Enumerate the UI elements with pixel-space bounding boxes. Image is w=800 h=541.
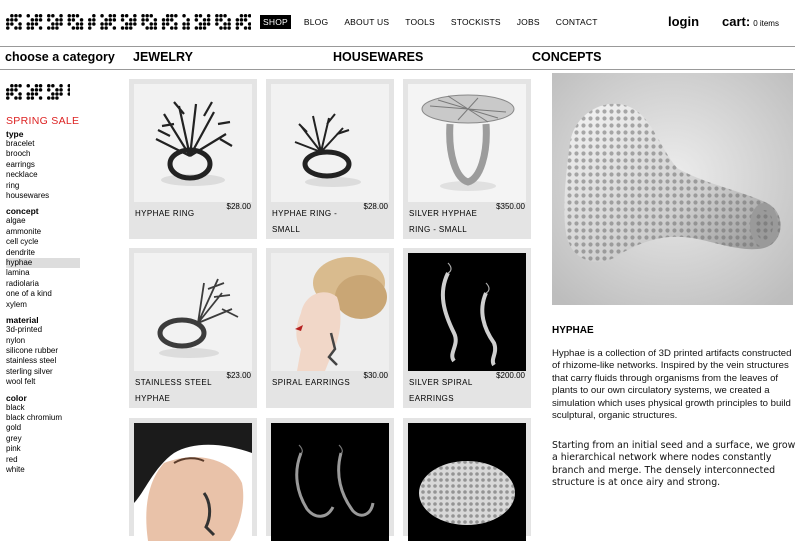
nav-shop[interactable]: SHOP — [260, 15, 291, 29]
filter-brooch[interactable]: brooch — [6, 149, 80, 159]
filter-bracelet[interactable]: bracelet — [6, 139, 80, 149]
filter-algae[interactable]: algae — [6, 216, 80, 226]
product-card-spiral-earrings[interactable]: SPIRAL EARRINGS $30.00 — [266, 248, 394, 408]
filter-ring[interactable]: ring — [6, 181, 80, 191]
nav-stockists[interactable]: STOCKISTS — [448, 15, 504, 29]
product-price: $30.00 — [363, 371, 388, 380]
category-rule — [0, 69, 795, 70]
filter-heading-type: type — [6, 129, 24, 139]
category-concepts[interactable]: CONCEPTS — [532, 50, 601, 64]
cart-count: 0 items — [753, 19, 779, 28]
filter-heading-color: color — [6, 392, 27, 403]
product-description-2: Starting from an initial seed and a surf… — [552, 440, 796, 489]
nav-contact[interactable]: CONTACT — [553, 15, 601, 29]
product-detail-title: HYPHAE — [552, 325, 594, 336]
product-card-product-8[interactable] — [266, 418, 394, 541]
filter-red[interactable]: red — [6, 455, 80, 465]
filter-black-chromium[interactable]: black chromium — [6, 413, 80, 423]
category-jewelry[interactable]: JEWELRY — [133, 50, 193, 64]
product-card-product-7[interactable] — [129, 418, 257, 541]
choose-category-label: choose a category — [5, 50, 115, 64]
nav-blog[interactable]: BLOG — [301, 15, 331, 29]
filter-gold[interactable]: gold — [6, 423, 80, 433]
product-image[interactable] — [271, 253, 389, 371]
product-name[interactable]: SPIRAL EARRINGS — [272, 375, 352, 391]
product-price: $28.00 — [363, 202, 388, 211]
product-price: $28.00 — [226, 202, 251, 211]
product-card-stainless-steel-hyphae[interactable]: STAINLESS STEEL HYPHAE $23.00 — [129, 248, 257, 408]
product-image[interactable] — [271, 84, 389, 202]
product-name[interactable]: STAINLESS STEEL HYPHAE — [135, 375, 215, 407]
filter-dendrite[interactable]: dendrite — [6, 248, 80, 258]
nav-about-us[interactable]: ABOUT US — [341, 15, 392, 29]
filter-cell-cycle[interactable]: cell cycle — [6, 237, 80, 247]
category-housewares[interactable]: HOUSEWARES — [333, 50, 423, 64]
filter-earrings[interactable]: earrings — [6, 160, 80, 170]
product-image[interactable] — [408, 253, 526, 371]
filter-necklace[interactable]: necklace — [6, 170, 80, 180]
nervous-system-logo[interactable] — [6, 10, 251, 34]
filter-radiolaria[interactable]: radiolaria — [6, 279, 80, 289]
filter-nylon[interactable]: nylon — [6, 336, 80, 346]
filter-housewares[interactable]: housewares — [6, 191, 80, 201]
product-name[interactable]: SILVER SPIRAL EARRINGS — [409, 375, 489, 407]
filter-hyphae[interactable]: hyphae — [6, 258, 80, 269]
filter-white[interactable]: white — [6, 465, 80, 475]
product-name[interactable]: SILVER HYPHAE RING - SMALL — [409, 206, 489, 238]
shop-heading — [6, 80, 84, 109]
filter-heading-material: material — [6, 315, 39, 326]
filter-xylem[interactable]: xylem — [6, 300, 80, 310]
product-description-1: Hyphae is a collection of 3D printed art… — [552, 348, 792, 422]
product-price: $23.00 — [226, 371, 251, 380]
filter-silicone-rubber[interactable]: silicone rubber — [6, 346, 80, 356]
login-link[interactable]: login — [668, 14, 699, 29]
product-image[interactable] — [408, 423, 526, 541]
filter-lamina[interactable]: lamina — [6, 268, 80, 278]
cart-link[interactable]: cart: 0 items — [722, 14, 779, 29]
product-image[interactable] — [134, 423, 252, 541]
product-card-silver-spiral-earrings[interactable]: SILVER SPIRAL EARRINGS $200.00 — [403, 248, 531, 408]
filter-black[interactable]: black — [6, 403, 80, 413]
product-card-hyphae-ring-small[interactable]: HYPHAE RING - SMALL $28.00 — [266, 79, 394, 239]
product-card-product-9[interactable] — [403, 418, 531, 541]
product-image[interactable] — [134, 84, 252, 202]
filter-stainless-steel[interactable]: stainless steel — [6, 356, 80, 366]
filter-pink[interactable]: pink — [6, 444, 80, 454]
filter-sterling-silver[interactable]: sterling silver — [6, 367, 80, 377]
product-name[interactable]: HYPHAE RING — [135, 206, 215, 222]
filter-heading-concept: concept — [6, 206, 39, 217]
hyphae-feature-image — [552, 73, 793, 305]
product-image[interactable] — [134, 253, 252, 371]
product-price: $350.00 — [496, 202, 525, 211]
header-rule — [0, 46, 795, 47]
product-image[interactable] — [408, 84, 526, 202]
product-card-hyphae-ring[interactable]: HYPHAE RING $28.00 — [129, 79, 257, 239]
cart-label: cart: — [722, 14, 751, 29]
product-image[interactable] — [271, 423, 389, 541]
filter-sidebar: type bracelet brooch earrings necklace ring ho… — [6, 129, 80, 475]
filter-grey[interactable]: grey — [6, 434, 80, 444]
nav-tools[interactable]: TOOLS — [402, 15, 438, 29]
filter-one-of-a-kind[interactable]: one of a kind — [6, 289, 80, 299]
filter-wool-felt[interactable]: wool felt — [6, 377, 80, 387]
filter-ammonite[interactable]: ammonite — [6, 227, 80, 237]
product-card-silver-hyphae-ring-small[interactable]: SILVER HYPHAE RING - SMALL $350.00 — [403, 79, 531, 239]
product-name[interactable]: HYPHAE RING - SMALL — [272, 206, 352, 238]
spring-sale-link[interactable]: SPRING SALE — [6, 115, 79, 127]
main-nav: SHOP BLOG ABOUT US TOOLS STOCKISTS JOBS … — [260, 15, 611, 29]
nav-jobs[interactable]: JOBS — [514, 15, 543, 29]
filter-3d-printed[interactable]: 3d-printed — [6, 325, 80, 335]
product-price: $200.00 — [496, 371, 525, 380]
